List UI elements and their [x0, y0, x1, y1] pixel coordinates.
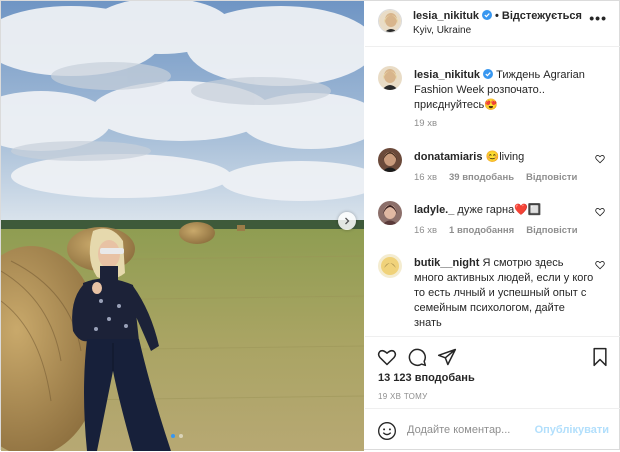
caption-text-block: lesia_nikituk Тиждень Agrarian Fashion W… — [414, 68, 594, 113]
post-side-panel: lesia_nikituk • Відстежується Kyiv, Ukrain… — [365, 1, 620, 451]
like-comment-heart-icon[interactable] — [595, 260, 605, 270]
emoji-icon[interactable] — [377, 421, 397, 441]
post-likes-count[interactable]: 13 123 вподобань — [378, 372, 475, 384]
post-actions: 13 123 вподобань 19 ХВ ТОМУ Опублікувати — [365, 336, 620, 451]
verified-icon — [482, 10, 493, 20]
author-username[interactable]: lesia_nikituk — [413, 10, 479, 22]
comment-meta: 16 хв 1 вподобання Відповісти — [414, 225, 578, 236]
comment-time[interactable]: 16 хв — [414, 172, 437, 183]
post-timestamp[interactable]: 19 ХВ ТОМУ — [378, 392, 428, 401]
comment-likes[interactable]: 1 вподобання — [449, 225, 514, 236]
comment-text: дуже гарна❤️🔲 — [457, 204, 542, 216]
verified-icon — [483, 69, 494, 79]
comment-meta: 16 хв 39 вподобань Відповісти — [414, 172, 577, 183]
commenter-avatar[interactable] — [378, 254, 402, 278]
carousel-dot — [179, 434, 183, 438]
post-header: lesia_nikituk • Відстежується Kyiv, Ukrain… — [365, 1, 620, 47]
comments-section[interactable]: lesia_nikituk Тиждень Agrarian Fashion W… — [365, 48, 620, 336]
post-location[interactable]: Kyiv, Ukraine — [413, 25, 471, 36]
comment-bubble-icon[interactable] — [407, 347, 427, 367]
commenter-avatar[interactable] — [378, 148, 402, 172]
following-button[interactable]: Відстежується — [502, 10, 582, 22]
author-avatar[interactable] — [378, 9, 402, 33]
caption-avatar[interactable] — [378, 66, 402, 90]
like-heart-icon[interactable] — [377, 347, 397, 367]
carousel-indicator — [171, 434, 183, 438]
carousel-dot-active — [171, 434, 175, 438]
next-photo-button[interactable] — [338, 212, 356, 230]
comment-username[interactable]: butik__night — [414, 257, 479, 269]
photo-illustration — [1, 1, 364, 451]
comment-likes[interactable]: 39 вподобань — [449, 172, 514, 183]
comment-username[interactable]: donatamiaris — [414, 151, 482, 163]
like-comment-heart-icon[interactable] — [595, 207, 605, 217]
commenter-avatar[interactable] — [378, 201, 402, 225]
follow-separator: • — [495, 10, 499, 22]
save-bookmark-icon[interactable] — [591, 347, 609, 367]
caption-time[interactable]: 19 хв — [414, 118, 437, 129]
like-comment-heart-icon[interactable] — [595, 154, 605, 164]
comment-text: 😊living — [485, 151, 525, 163]
caption-username[interactable]: lesia_nikituk — [414, 69, 480, 81]
post-photo[interactable] — [1, 1, 364, 451]
comment-username[interactable]: ladyle._ — [414, 204, 454, 216]
comment-time[interactable]: 16 хв — [414, 225, 437, 236]
caption-meta: 19 хв — [414, 118, 437, 129]
comment-text-block: butik__night Я смотрю здесь много активн… — [414, 256, 594, 331]
comment-text-block: donatamiaris 😊living — [414, 150, 594, 165]
share-paper-plane-icon[interactable] — [437, 347, 457, 367]
more-options-button[interactable]: ••• — [589, 11, 607, 25]
author-line: lesia_nikituk • Відстежується — [413, 10, 582, 22]
comment-composer: Опублікувати — [365, 408, 620, 452]
reply-button[interactable]: Відповісти — [526, 225, 577, 236]
chevron-right-icon — [345, 217, 350, 225]
comment-text-block: ladyle._ дуже гарна❤️🔲 — [414, 203, 594, 218]
publish-button[interactable]: Опублікувати — [535, 424, 609, 436]
reply-button[interactable]: Відповісти — [526, 172, 577, 183]
instagram-post: lesia_nikituk • Відстежується Kyiv, Ukrain… — [0, 0, 620, 451]
